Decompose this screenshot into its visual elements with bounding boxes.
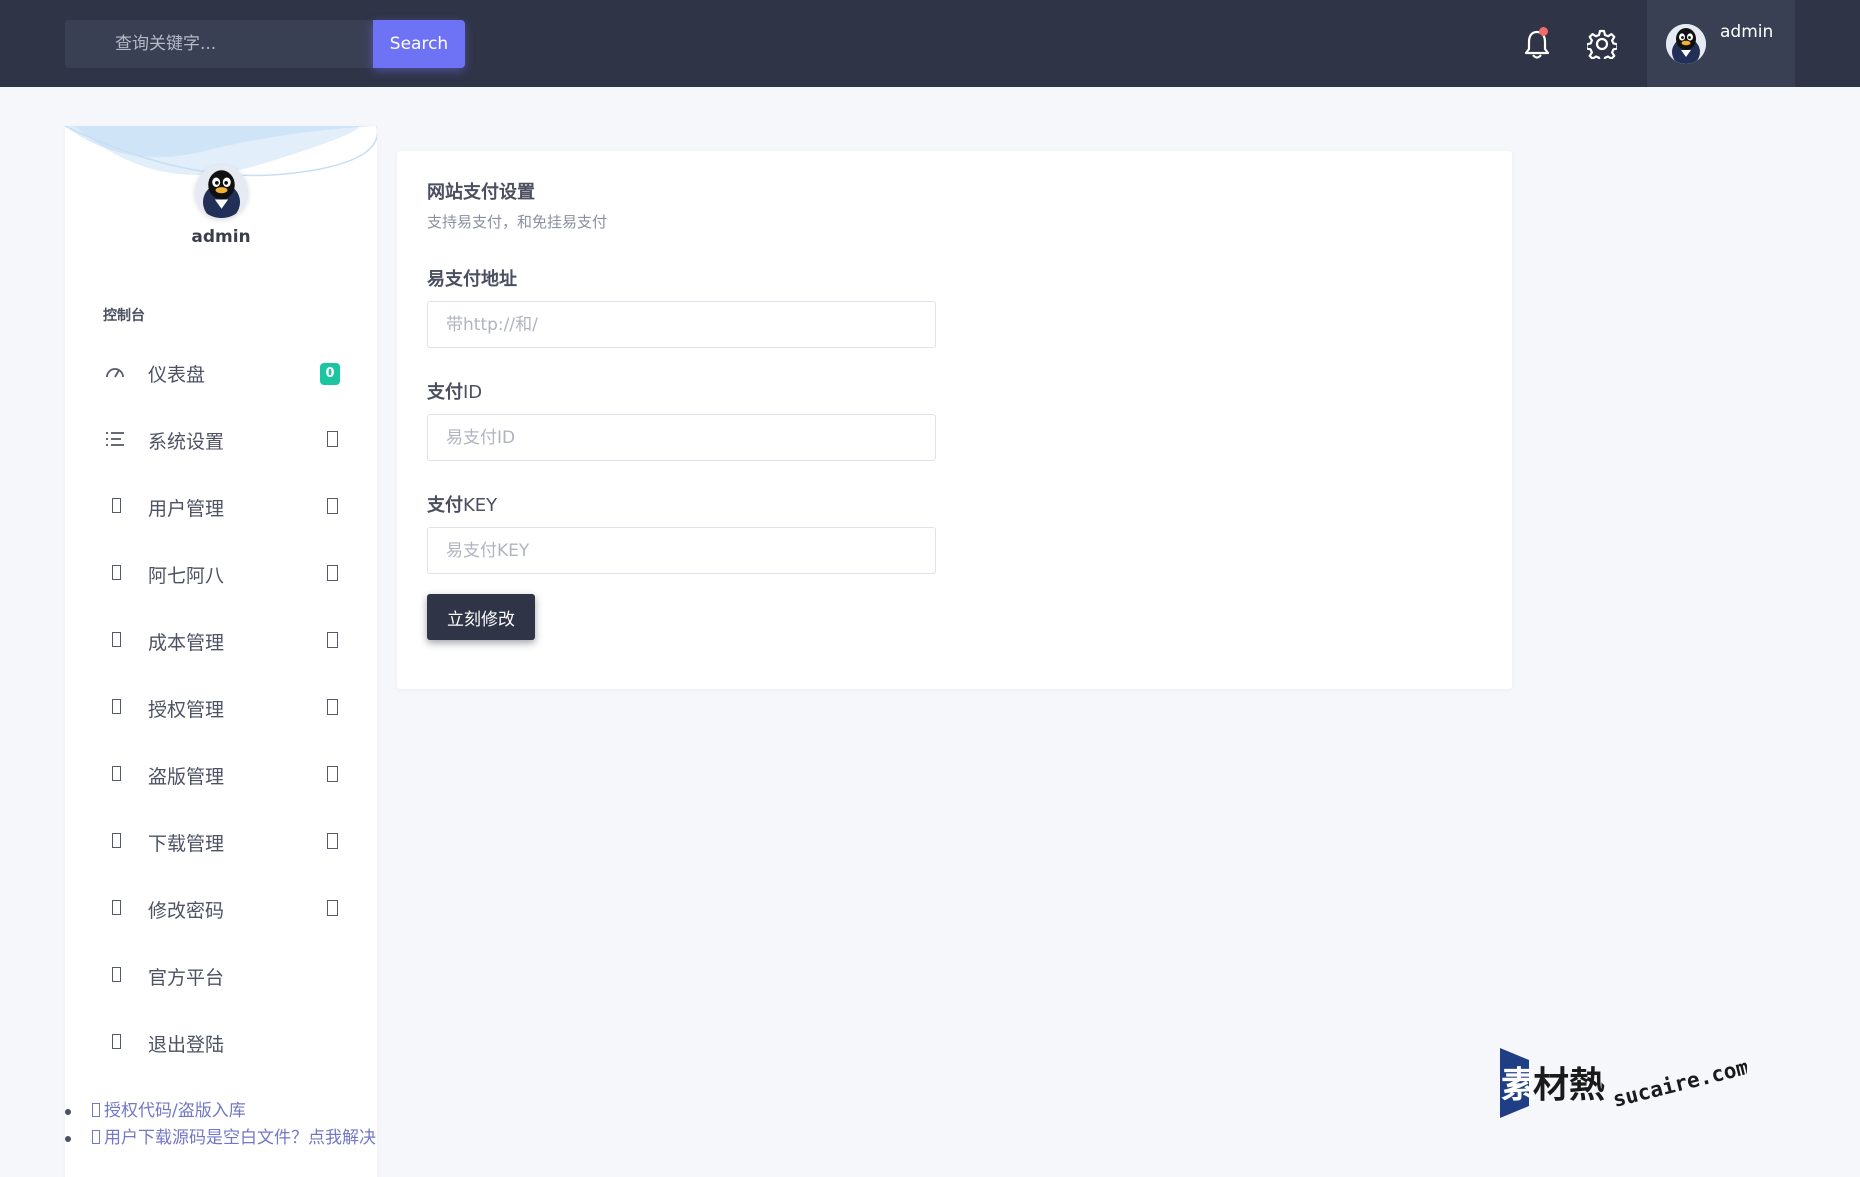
missing-glyph-icon [112, 833, 121, 848]
sidebar-item-cost-management[interactable]: 成本管理 [65, 608, 377, 675]
sidebar-item-change-password[interactable]: 修改密码 [65, 876, 377, 943]
sidebar: admin 控制台 仪表盘 0 系统设置 用户管理 阿七阿八 成本管理 授权管理… [65, 126, 377, 1177]
pay-key-input[interactable] [427, 527, 936, 574]
link-text[interactable]: 授权代码/盗版入库 [104, 1101, 246, 1121]
chevron-icon [327, 766, 338, 782]
list-icon [106, 432, 124, 446]
missing-glyph-icon [112, 632, 121, 647]
svg-text:素: 素 [1501, 1065, 1537, 1106]
field-label-pay-url: 易支付地址 [427, 269, 517, 290]
pay-id-input[interactable] [427, 414, 936, 461]
sidebar-item-piracy-management[interactable]: 盗版管理 [65, 742, 377, 809]
svg-text:材熱: 材熱 [1533, 1065, 1605, 1106]
sidebar-item-official-platform[interactable]: 官方平台 [65, 943, 377, 1010]
user-menu[interactable]: admin [1647, 0, 1795, 87]
missing-glyph-icon [112, 900, 121, 915]
sidebar-item-label: 成本管理 [148, 632, 225, 654]
field-label-pay-id: 支付ID [427, 382, 483, 403]
chevron-icon [327, 565, 338, 581]
header-username: admin [1720, 22, 1774, 42]
notification-dot [1539, 27, 1548, 36]
sidebar-item-label: 退出登陆 [148, 1034, 225, 1056]
top-navbar: Search admin [0, 0, 1860, 87]
search-input[interactable] [65, 20, 373, 68]
watermark-logo: 素 材熱 sucaire.com [1500, 1048, 1747, 1118]
sidebar-item-label: 盗版管理 [148, 766, 225, 788]
chevron-icon [327, 431, 338, 447]
submit-button[interactable]: 立刻修改 [427, 594, 535, 640]
missing-glyph-icon [112, 498, 121, 513]
sidebar-item-dashboard[interactable]: 仪表盘 0 [65, 340, 377, 407]
sidebar-item-label: 修改密码 [148, 900, 225, 922]
sidebar-item-label: 下载管理 [148, 833, 225, 855]
chevron-icon [327, 498, 338, 514]
field-label-pay-key: 支付KEY [427, 495, 498, 516]
link-blank-file-help[interactable]: 用户下载源码是空白文件？点我解决 [65, 1125, 377, 1152]
sidebar-item-label: 仪表盘 [148, 364, 206, 386]
sidebar-item-aqi-aba[interactable]: 阿七阿八 [65, 541, 377, 608]
card-subtitle: 支持易支付，和免挂易支付 [427, 213, 608, 231]
sidebar-item-download-management[interactable]: 下载管理 [65, 809, 377, 876]
sidebar-username: admin [191, 227, 251, 247]
chevron-icon [327, 900, 338, 916]
sidebar-item-label: 用户管理 [148, 498, 225, 520]
sidebar-menu: 仪表盘 0 系统设置 用户管理 阿七阿八 成本管理 授权管理 盗版管理 下载管理… [65, 340, 377, 1077]
search-button[interactable]: Search [373, 20, 465, 68]
penguin-avatar-icon [195, 165, 248, 218]
link-text[interactable]: 用户下载源码是空白文件？点我解决 [104, 1128, 376, 1148]
missing-glyph-icon [112, 565, 121, 580]
sidebar-avatar [195, 165, 248, 218]
pay-url-input[interactable] [427, 301, 936, 348]
sidebar-item-label: 阿七阿八 [148, 565, 225, 587]
chevron-icon [327, 833, 338, 849]
bullet-icon [65, 1136, 71, 1142]
missing-glyph-icon [112, 1034, 121, 1049]
sidebar-item-license-management[interactable]: 授权管理 [65, 675, 377, 742]
sidebar-item-system-settings[interactable]: 系统设置 [65, 407, 377, 474]
gear-icon[interactable] [1587, 29, 1617, 59]
dashboard-gauge-icon [106, 368, 124, 378]
chevron-icon [327, 699, 338, 715]
chevron-icon [327, 632, 338, 648]
card-title: 网站支付设置 [427, 182, 535, 203]
svg-text:sucaire.com: sucaire.com [1610, 1055, 1747, 1112]
avatar [1666, 24, 1706, 64]
sidebar-links: 授权代码/盗版入库 用户下载源码是空白文件？点我解决 [65, 1098, 377, 1152]
penguin-avatar-icon [1666, 24, 1706, 64]
sidebar-item-label: 授权管理 [148, 699, 225, 721]
count-badge: 0 [320, 363, 340, 385]
payment-settings-card: 网站支付设置 支持易支付，和免挂易支付 易支付地址 支付ID 支付KEY 立刻修… [397, 151, 1512, 689]
bullet-icon [65, 1109, 71, 1115]
sidebar-item-label: 系统设置 [148, 431, 225, 453]
sidebar-item-user-management[interactable]: 用户管理 [65, 474, 377, 541]
missing-glyph-icon [92, 1130, 100, 1144]
sidebar-item-label: 官方平台 [148, 967, 225, 989]
link-license-code[interactable]: 授权代码/盗版入库 [65, 1098, 377, 1125]
sidebar-section-title: 控制台 [103, 308, 145, 324]
missing-glyph-icon [92, 1103, 100, 1117]
missing-glyph-icon [112, 766, 121, 781]
missing-glyph-icon [112, 967, 121, 982]
sidebar-item-logout[interactable]: 退出登陆 [65, 1010, 377, 1077]
missing-glyph-icon [112, 699, 121, 714]
